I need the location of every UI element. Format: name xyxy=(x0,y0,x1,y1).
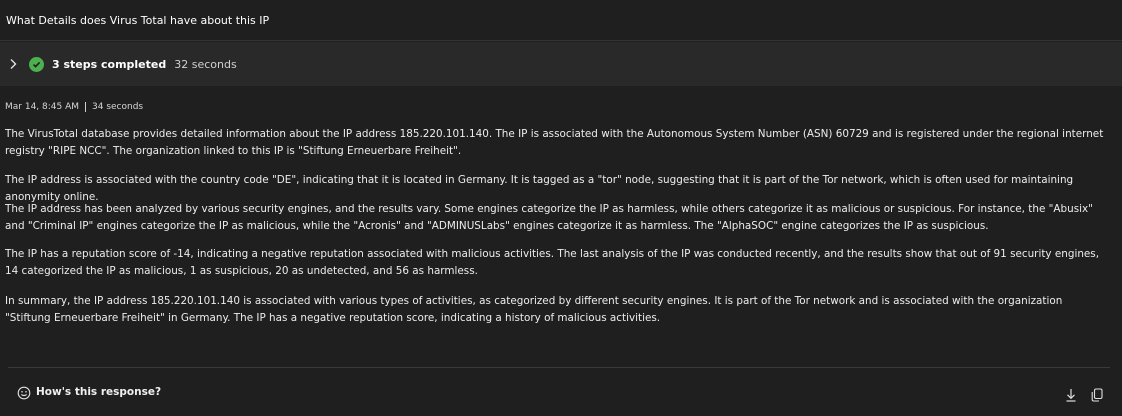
response-elapsed: 34 seconds xyxy=(92,102,144,112)
download-icon[interactable] xyxy=(1064,388,1078,402)
response-paragraph: The IP has a reputation score of -14, in… xyxy=(5,248,1100,277)
meta-divider xyxy=(85,102,87,112)
response-paragraph: The VirusTotal database provides detaile… xyxy=(5,128,1104,157)
response-date: Mar 14, 8:45 AM xyxy=(5,102,80,112)
steps-summary[interactable]: 3 steps completed 32 seconds xyxy=(0,42,1122,86)
response-actions xyxy=(1064,388,1104,402)
feedback-bar: How's this response? xyxy=(0,368,1122,416)
response-paragraph: The IP address has been analyzed by vari… xyxy=(5,203,1093,232)
steps-duration: 32 seconds xyxy=(174,57,237,71)
prompt-text: What Details does Virus Total have about… xyxy=(6,13,270,27)
copy-icon[interactable] xyxy=(1090,388,1104,402)
response-paragraph: In summary, the IP address 185.220.101.1… xyxy=(5,295,1063,324)
response-panel: Mar 14, 8:45 AM 34 seconds The VirusTota… xyxy=(0,86,1122,368)
smile-icon[interactable] xyxy=(17,385,31,400)
response-meta: Mar 14, 8:45 AM 34 seconds xyxy=(5,102,143,112)
user-prompt: What Details does Virus Total have about… xyxy=(0,0,1122,41)
feedback-label[interactable]: How's this response? xyxy=(36,386,161,398)
check-circle-icon xyxy=(29,56,44,72)
chevron-right-icon[interactable] xyxy=(0,42,26,86)
steps-title: 3 steps completed xyxy=(52,57,167,71)
